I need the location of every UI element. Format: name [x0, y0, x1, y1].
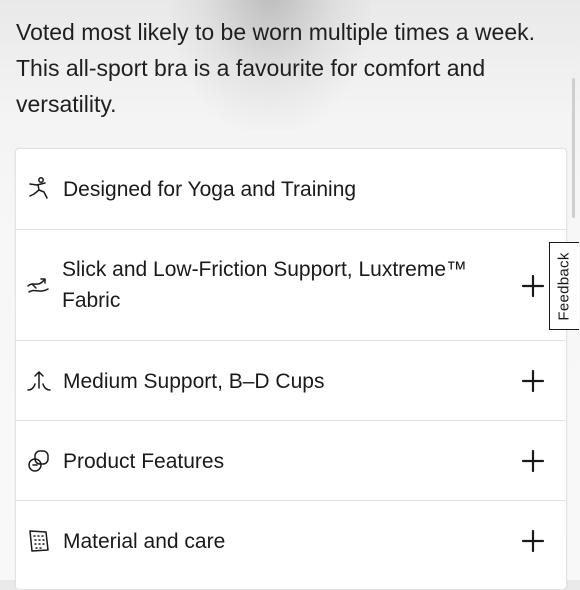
feature-row-product-features[interactable]: Product Features: [16, 421, 566, 501]
product-description: Voted most likely to be worn multiple ti…: [16, 19, 536, 117]
feature-row-support[interactable]: Medium Support, B–D Cups: [16, 341, 566, 421]
feature-row-material-care[interactable]: Material and care: [16, 501, 566, 581]
features-icon: [26, 448, 52, 474]
plus-icon[interactable]: [520, 448, 546, 474]
yoga-pose-icon: [26, 176, 52, 202]
plus-icon[interactable]: [520, 528, 546, 554]
feature-label: Medium Support, B–D Cups: [63, 370, 325, 393]
plus-icon[interactable]: [520, 368, 546, 394]
feature-label: Designed for Yoga and Training: [63, 178, 357, 201]
plus-icon[interactable]: [520, 273, 546, 299]
feature-accordion: Designed for Yoga and Training Slick and…: [15, 148, 567, 590]
feature-row-yoga: Designed for Yoga and Training: [16, 149, 566, 230]
feature-label: Product Features: [63, 450, 225, 473]
feedback-tab[interactable]: Feedback: [549, 242, 579, 330]
swoosh-fabric-icon: [26, 272, 52, 298]
support-level-icon: [26, 368, 52, 394]
fabric-swatch-icon: [26, 528, 52, 554]
scrollbar-thumb[interactable]: [572, 78, 575, 218]
feedback-label: Feedback: [556, 251, 573, 321]
feature-row-fabric[interactable]: Slick and Low-Friction Support, Luxtreme…: [16, 230, 566, 341]
feature-label: Slick and Low-Friction Support, Luxtreme…: [62, 258, 467, 312]
feature-label: Material and care: [63, 530, 226, 553]
